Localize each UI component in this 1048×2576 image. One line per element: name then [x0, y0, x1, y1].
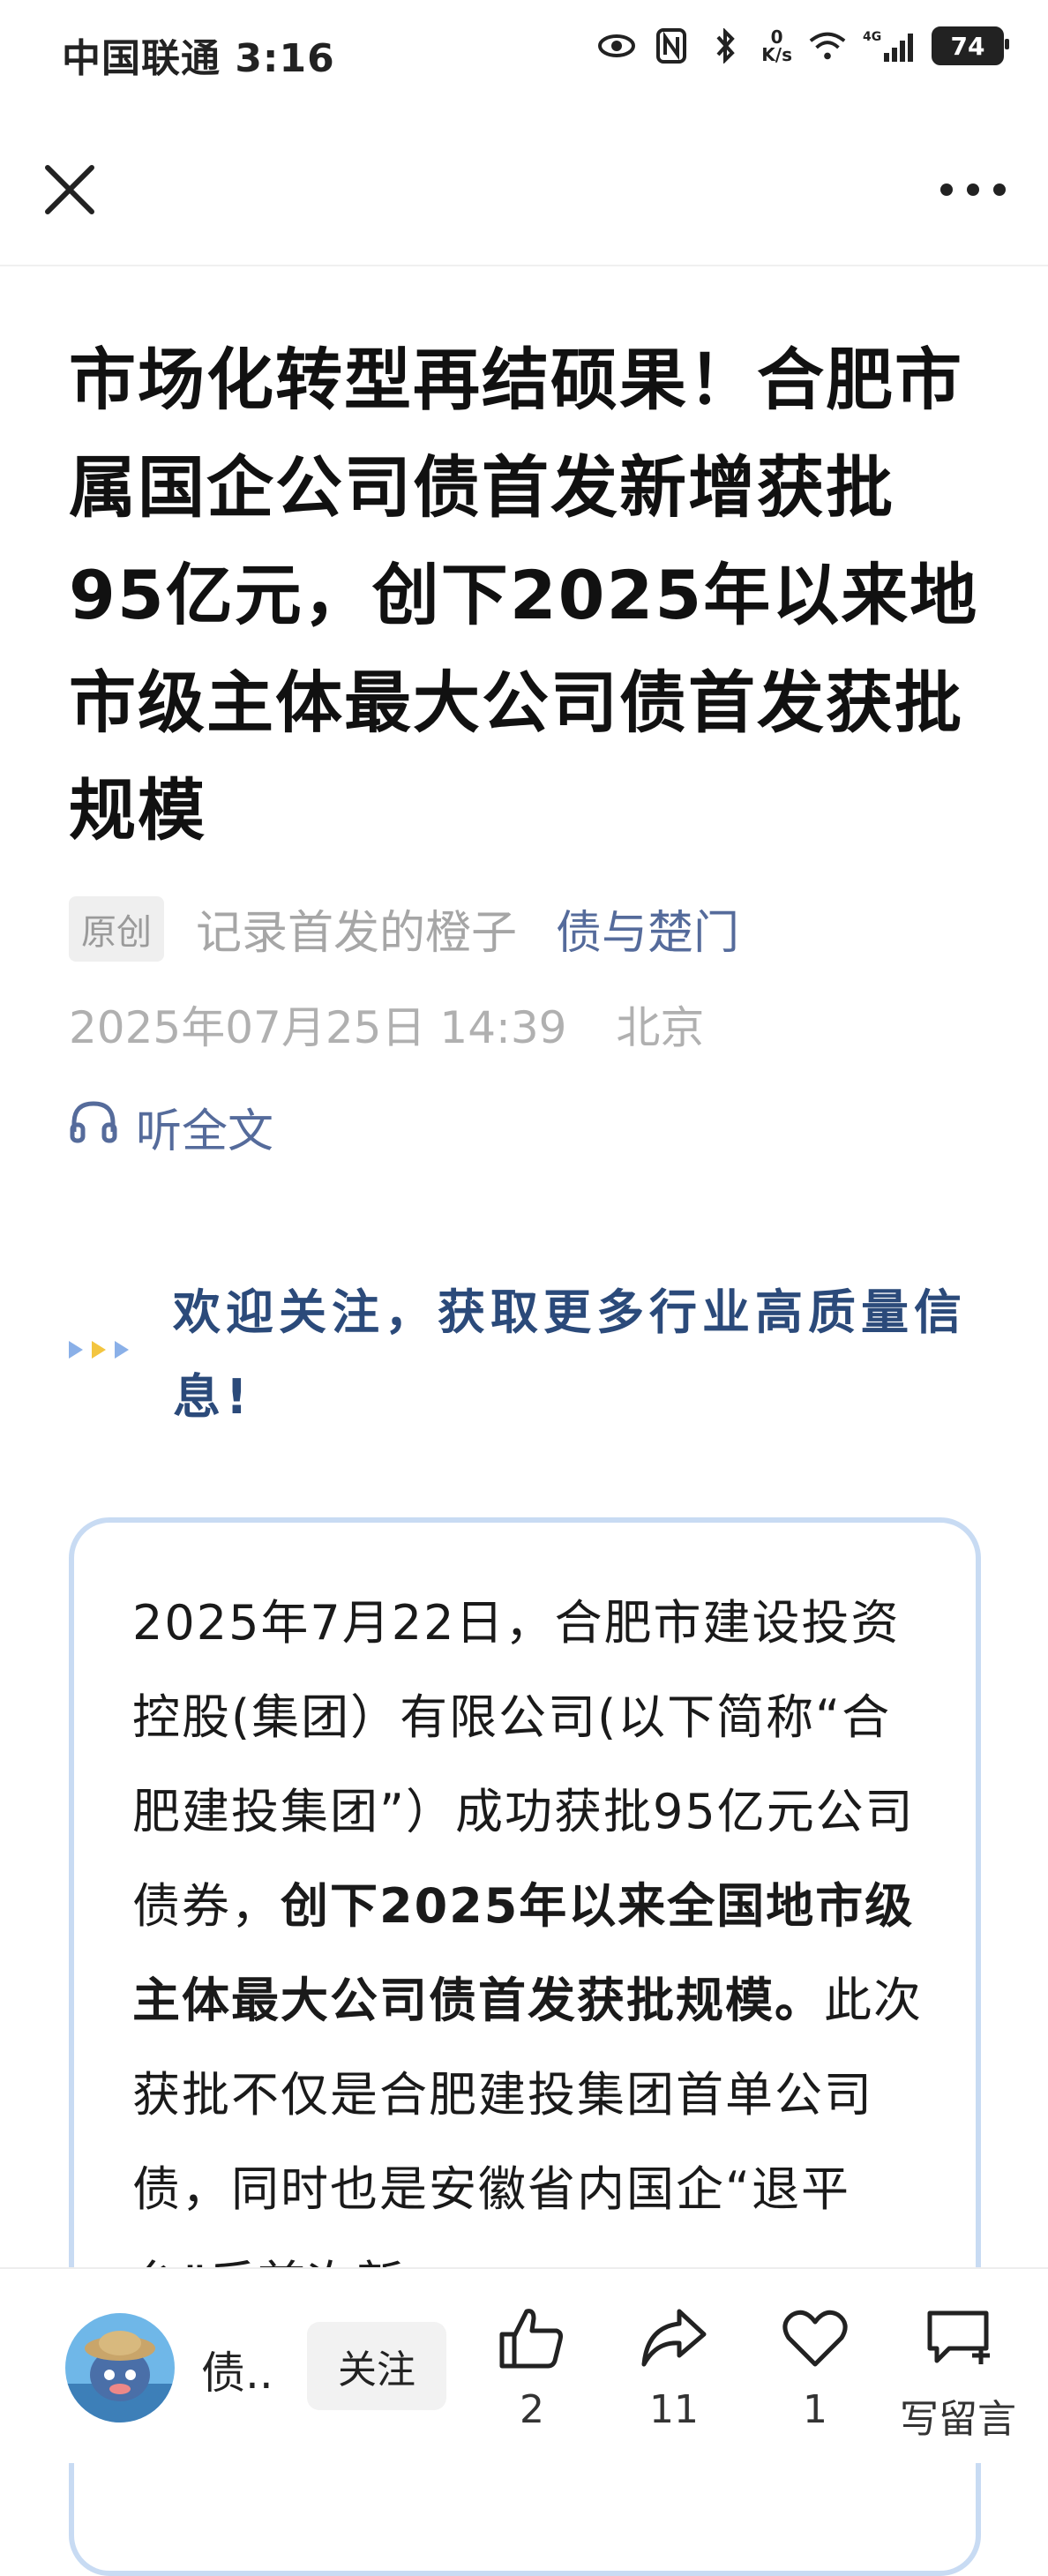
- status-bar: 中国联通 3:16 0 K/s 4G 74: [0, 0, 1048, 106]
- status-icons: 0 K/s 4G 74: [597, 26, 1009, 65]
- svg-text:4G: 4G: [863, 30, 881, 44]
- headphones-icon: [69, 1098, 136, 1156]
- intro-paragraph: 2025年7月22日，合肥市建设投资控股(集团）有限公司(以下简称“合肥建投集团…: [132, 1576, 926, 2331]
- publish-date: 2025年07月25日 14:39: [69, 1002, 567, 1053]
- bottom-action-bar: 债.. 关注 2 11 1 写留言: [0, 2267, 1048, 2463]
- listen-label: 听全文: [136, 1105, 274, 1158]
- publish-location: 北京: [616, 1002, 705, 1053]
- author-name: 记录首发的橙子: [196, 907, 518, 960]
- net-speed: 0 K/s: [761, 26, 792, 65]
- heart-icon: [782, 2306, 849, 2373]
- comment-label: 写留言: [900, 2397, 1016, 2442]
- avatar[interactable]: [65, 2313, 175, 2422]
- carrier-time: 中国联通 3:16: [62, 36, 335, 81]
- like-button[interactable]: 2: [498, 2306, 565, 2432]
- share-count: 11: [649, 2387, 699, 2432]
- share-button[interactable]: 11: [640, 2306, 707, 2432]
- publish-info: 2025年07月25日 14:39 北京: [69, 992, 739, 1056]
- battery-indicator: 74: [932, 26, 1009, 65]
- follow-button[interactable]: 关注: [307, 2322, 446, 2410]
- bluetooth-icon: [707, 26, 745, 65]
- comment-button[interactable]: 写留言: [900, 2306, 1016, 2444]
- favorite-button[interactable]: 1: [782, 2306, 849, 2432]
- share-arrow-icon: [640, 2306, 707, 2373]
- account-short-name: 债..: [201, 2348, 273, 2399]
- comment-add-icon: [923, 2306, 993, 2373]
- arrows-icon: [69, 1341, 129, 1359]
- thumbs-up-icon: [498, 2306, 565, 2373]
- top-nav: [0, 124, 1048, 266]
- article-title: 市场化转型再结硕果！合肥市属国企公司债首发新增获批95亿元，创下2025年以来地…: [69, 341, 979, 850]
- cellular-signal-icon: 4G: [863, 26, 916, 65]
- original-badge: 原创: [69, 895, 164, 962]
- like-count: 2: [520, 2387, 544, 2432]
- favorite-count: 1: [803, 2387, 827, 2432]
- wifi-icon: [808, 26, 847, 65]
- listen-button[interactable]: 听全文: [69, 1094, 273, 1160]
- banner-text: 欢迎关注，获取更多行业高质量信息!: [173, 1284, 967, 1425]
- article-meta: 原创 记录首发的橙子 债与楚门: [69, 895, 739, 962]
- account-link[interactable]: 债与楚门: [556, 895, 739, 962]
- close-icon[interactable]: [39, 159, 101, 221]
- eye-icon: [597, 26, 636, 65]
- more-icon[interactable]: [933, 159, 1013, 221]
- nfc-icon: [652, 26, 691, 65]
